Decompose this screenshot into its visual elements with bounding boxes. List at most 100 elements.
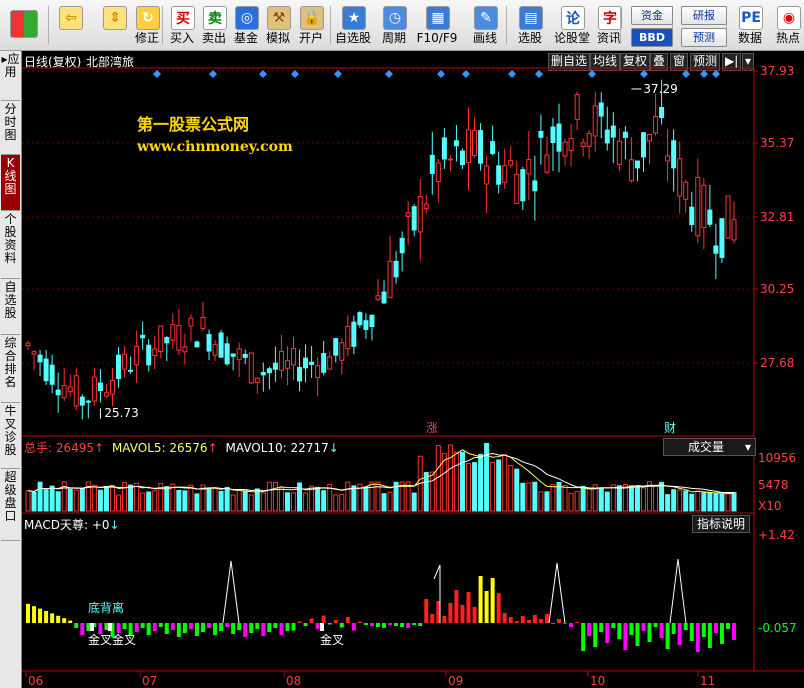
toolbar-button-8[interactable]: 🔒 开户 [296, 2, 326, 48]
toolbar-button-16[interactable]: PE 数据 [732, 2, 768, 48]
candle-down [496, 165, 502, 185]
volume-bar [447, 444, 453, 512]
forecast-button[interactable]: 预测 [681, 28, 727, 47]
macd-bar [623, 623, 628, 650]
macd-bar [357, 621, 362, 623]
toolbar-button-home-grid[interactable] [4, 2, 38, 48]
toolbar-button-5[interactable]: 卖卖出 [200, 2, 228, 48]
volume-bar [586, 487, 592, 512]
macd-bar [448, 603, 453, 623]
toolbar-button-6[interactable]: ◎ 基金 [232, 2, 260, 48]
volume-bar [25, 490, 31, 512]
volume-bar [508, 465, 514, 512]
candle-up [278, 350, 284, 371]
sidebar-item-3[interactable]: 个股资料 [1, 211, 20, 279]
candle-up [592, 105, 598, 137]
golden-cross-annotation-2: 金叉 [320, 633, 345, 647]
volume-bar [206, 487, 212, 512]
macd-bar [219, 623, 224, 631]
capital-button[interactable]: 资金 [631, 6, 673, 25]
toolbar-button-14[interactable]: 论论股堂 [552, 2, 592, 48]
time-axis-label: 10 [590, 674, 605, 688]
bbd-button[interactable]: BBD [631, 28, 673, 47]
toolbar-button-9[interactable]: ★ 自选股 [332, 2, 374, 48]
toolbar-button-4[interactable]: 买买入 [168, 2, 196, 48]
sidebar-item-2[interactable]: K线图 [1, 155, 20, 211]
research-report-button[interactable]: 研报 [681, 6, 727, 25]
toolbar-separator [330, 6, 331, 44]
toolbar-button-label: F10/F9 [416, 31, 458, 45]
sidebar-item-0[interactable]: ▸应用 [1, 51, 20, 101]
f10-icon: ▦ [426, 6, 450, 30]
toolbar-button-11[interactable]: ▦ F10/F9 [416, 2, 458, 48]
candle-down [242, 353, 248, 358]
candle-down [399, 237, 405, 254]
news-icon: 字 [598, 6, 622, 30]
volume-bar [146, 491, 152, 512]
volume-bar [103, 485, 109, 512]
sidebar-item-4[interactable]: 自选股 [1, 279, 20, 335]
macd-bar [140, 623, 145, 628]
candle-up [73, 375, 79, 407]
toolbar-button-13[interactable]: ▤ 选股 [512, 2, 548, 48]
volume-bar [598, 487, 604, 512]
volume-bar [478, 453, 484, 512]
macd-bar [273, 623, 278, 628]
volume-bar [236, 489, 242, 512]
toolbar-separator [162, 6, 163, 44]
volume-total-label: 总手: [24, 441, 53, 455]
toolbar-button-7[interactable]: ⚒ 模拟 [264, 2, 292, 48]
candle-up [254, 377, 260, 383]
sidebar-item-7[interactable]: 超级盘口 [1, 469, 20, 541]
macd-value: +0 [91, 518, 110, 532]
toolbar-button-12[interactable]: ✎ 画线 [462, 2, 508, 48]
volume-axis-label: 10956 [758, 451, 796, 465]
macd-axis-label: -0.057 [758, 621, 797, 635]
volume-bar [520, 482, 526, 512]
macd-spike-marker [222, 560, 240, 624]
macd-bar [327, 623, 332, 625]
candle-up [122, 353, 128, 370]
toolbar-button-back-arrow[interactable]: ⇦ [52, 2, 88, 48]
candle-up [502, 165, 508, 183]
toolbar-button-3[interactable]: ↻ 修正 [132, 2, 162, 48]
macd-bar [418, 623, 423, 626]
left-sidebar: ▸应用 分时图 K线图 个股资料 自选股 综合排名 牛叉诊股 超级盘口 [0, 51, 22, 688]
macd-bar [430, 614, 435, 623]
macd-bar [26, 603, 30, 623]
toolbar-button-17[interactable]: ◉ 热点 [772, 2, 804, 48]
toolbar-button-label: 画线 [472, 31, 497, 45]
macd-bar [44, 611, 49, 623]
event-diamond-icon [259, 70, 267, 78]
candle-down [230, 353, 236, 357]
volume-indicator-dropdown[interactable]: 成交量 ▾ [663, 438, 756, 456]
macd-bar [303, 623, 308, 626]
buy-icon: 买 [171, 6, 195, 30]
toolbar-button-10[interactable]: ◷ 周期 [376, 2, 412, 48]
macd-bar [68, 620, 73, 623]
toolbar-button-up-down-arrows[interactable]: ⇕ [100, 2, 128, 48]
volume-bar [459, 451, 465, 512]
volume-dropdown-label: 成交量 [688, 440, 725, 454]
macd-bar [170, 623, 175, 630]
price-axis-label: 35.37 [760, 136, 794, 150]
volume-bar [381, 493, 387, 512]
price-axis-label: 37.93 [760, 64, 794, 78]
volume-bar [345, 481, 351, 512]
volume-bar [266, 481, 272, 512]
candle-down [719, 218, 725, 258]
toolbar-separator [506, 6, 507, 44]
indicator-help-button[interactable]: 指标说明 [692, 515, 751, 533]
candle-down [128, 369, 134, 372]
sidebar-item-5[interactable]: 综合排名 [1, 335, 20, 403]
kline-svg: 37.93 35.37 32.81 30.25 27.68 10956 5478 X10 +1.… [22, 64, 804, 688]
macd-bar [406, 623, 411, 628]
candle-up [586, 132, 592, 147]
macd-bar [689, 623, 694, 641]
candle-down [272, 362, 278, 370]
sidebar-item-1[interactable]: 分时图 [1, 101, 20, 155]
candle-down [194, 341, 200, 348]
sidebar-item-6[interactable]: 牛叉诊股 [1, 403, 20, 469]
candle-down [333, 338, 339, 356]
toolbar-button-label: 论股堂 [553, 31, 590, 45]
